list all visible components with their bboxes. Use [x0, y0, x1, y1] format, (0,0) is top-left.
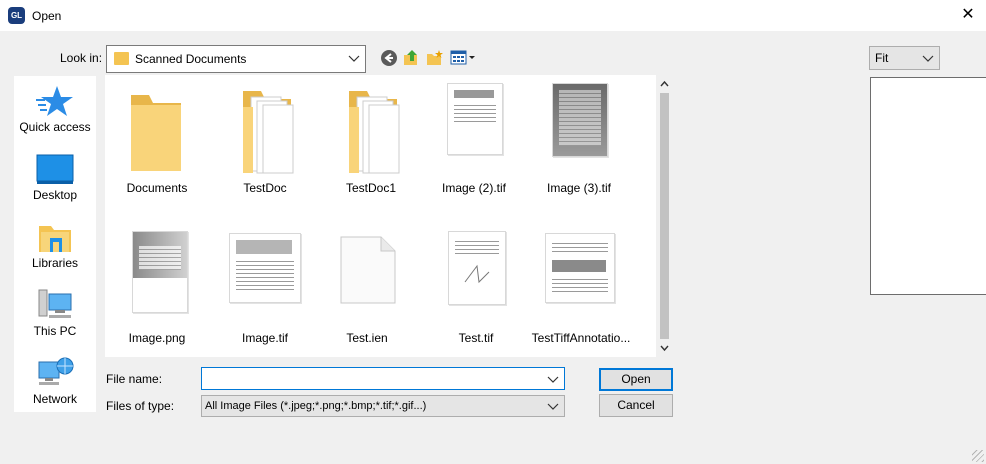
cancel-button[interactable]: Cancel [599, 394, 673, 417]
file-name-input[interactable] [205, 369, 535, 386]
file-item[interactable]: TestTiffAnnotatio... [529, 225, 633, 355]
place-desktop[interactable]: Desktop [14, 152, 96, 202]
file-name: TestDoc [243, 181, 287, 195]
file-item[interactable]: Documents [105, 75, 209, 205]
folder-icon [131, 95, 181, 171]
scan-thumbnail [448, 231, 506, 305]
blank-file-icon [340, 236, 396, 304]
place-libraries[interactable]: Libraries [14, 220, 96, 270]
libraries-icon [39, 226, 71, 252]
file-item[interactable]: Image.png [105, 225, 209, 355]
close-icon: ✕ [961, 6, 975, 23]
file-item[interactable]: Test.ien [315, 225, 419, 355]
scroll-down-icon[interactable] [660, 344, 669, 352]
view-menu-icon[interactable] [450, 49, 476, 67]
file-list-view[interactable]: Documents TestDoc TestDoc1 Image (2).tif [105, 75, 656, 357]
place-label: Network [32, 392, 77, 406]
file-type-label: Files of type: [106, 399, 175, 413]
place-quick-access[interactable]: Quick access [14, 84, 96, 134]
file-item[interactable]: Image (3).tif [527, 75, 631, 205]
back-arrow-icon[interactable] [380, 49, 398, 67]
up-folder-icon[interactable] [403, 49, 421, 67]
file-item[interactable]: Image.tif [213, 225, 317, 355]
folder-icon [114, 52, 129, 65]
place-label: Libraries [31, 256, 79, 270]
file-name: Image.tif [241, 331, 289, 345]
star-icon [36, 86, 73, 116]
file-item[interactable]: Test.tif [424, 225, 528, 355]
title-bar: GL Open ✕ [0, 0, 986, 31]
app-logo-icon: GL [8, 7, 25, 24]
file-name: Image.png [128, 331, 186, 345]
file-item[interactable]: Image (2).tif [422, 75, 526, 205]
file-name-field[interactable] [201, 367, 565, 390]
chevron-down-icon[interactable] [546, 371, 560, 387]
open-button[interactable]: Open [599, 368, 673, 391]
lookin-label: Look in: [60, 51, 103, 65]
network-icon [38, 357, 74, 385]
zoom-dropdown[interactable]: Fit [869, 46, 940, 70]
lookin-dropdown[interactable]: Scanned Documents [106, 45, 366, 73]
file-name: Image (2).tif [441, 181, 507, 195]
file-name: TestTiffAnnotatio... [531, 331, 631, 345]
scan-thumbnail [545, 233, 615, 303]
window-title: Open [32, 9, 62, 23]
scan-thumbnail [229, 233, 301, 303]
close-button[interactable]: ✕ [954, 2, 982, 28]
file-name: Test.tif [458, 331, 494, 345]
scan-thumbnail [447, 83, 503, 155]
file-item[interactable]: TestDoc [213, 75, 317, 205]
file-name: Test.ien [346, 331, 388, 345]
scrollbar-thumb[interactable] [660, 93, 669, 339]
file-item[interactable]: TestDoc1 [319, 75, 423, 205]
file-name: Image (3).tif [546, 181, 612, 195]
place-network[interactable]: Network [14, 356, 96, 406]
new-folder-icon[interactable] [426, 49, 444, 67]
chevron-down-icon [922, 55, 934, 62]
folder-icon [243, 91, 294, 174]
file-type-value: All Image Files (*.jpeg;*.png;*.bmp;*.ti… [205, 400, 427, 412]
vertical-scrollbar[interactable] [656, 75, 673, 357]
preview-pane [870, 77, 986, 295]
scan-thumbnail [552, 83, 608, 157]
scroll-up-icon[interactable] [660, 80, 669, 88]
file-name: TestDoc1 [345, 181, 397, 195]
place-label: Desktop [32, 188, 78, 202]
place-label: Quick access [19, 120, 91, 134]
chevron-down-icon [547, 403, 559, 410]
chevron-down-icon [348, 55, 360, 62]
file-name: Documents [126, 181, 188, 195]
file-name-label: File name: [106, 372, 163, 386]
zoom-value: Fit [875, 51, 889, 65]
folder-icon [349, 91, 400, 174]
places-bar: Quick access Desktop Libraries This PC N… [14, 76, 96, 412]
resize-grip-icon[interactable] [972, 450, 984, 462]
scan-thumbnail [132, 231, 188, 313]
place-this-pc[interactable]: This PC [14, 288, 96, 338]
computer-icon [38, 289, 72, 318]
lookin-value: Scanned Documents [135, 52, 247, 66]
desktop-icon [36, 154, 74, 184]
file-type-dropdown[interactable]: All Image Files (*.jpeg;*.png;*.bmp;*.ti… [201, 395, 565, 417]
place-label: This PC [33, 324, 77, 338]
